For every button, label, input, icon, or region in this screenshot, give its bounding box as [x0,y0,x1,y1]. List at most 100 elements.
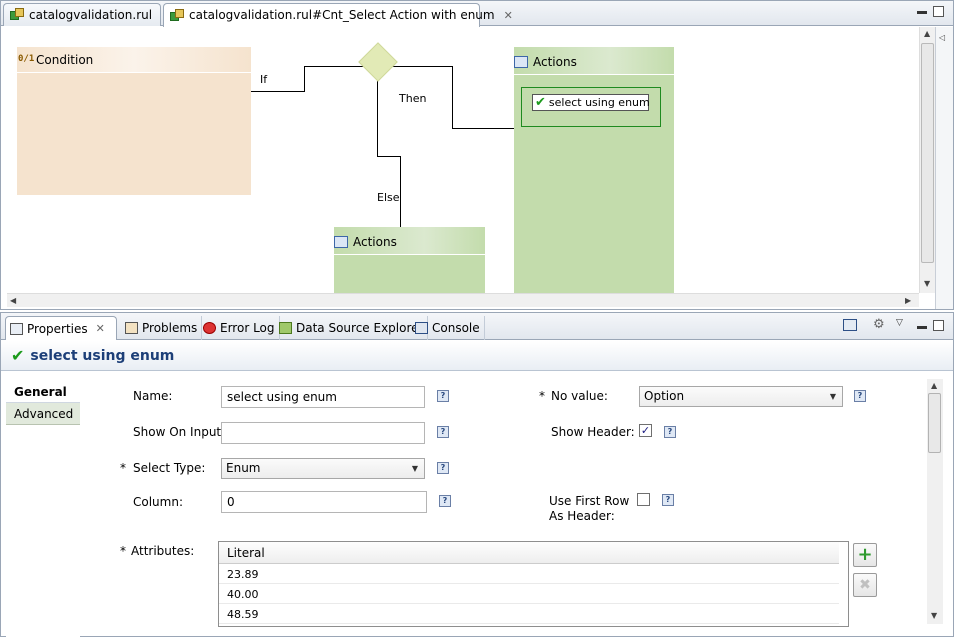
scroll-down-icon[interactable]: ▼ [924,279,930,289]
if-connector [304,66,305,92]
attributes-label: Attributes: [131,544,195,558]
help-icon[interactable]: ? [437,390,449,402]
then-label: Then [399,92,427,105]
else-connector [377,79,378,157]
column-label: Column: [133,495,183,509]
show-header-checkbox[interactable]: ✓ [639,424,652,437]
tab-general[interactable]: General [6,381,80,403]
chevron-down-icon: ▼ [411,464,418,473]
condition-icon: 0/1 [18,54,35,64]
maximize-icon[interactable] [933,6,944,17]
properties-view: Properties ✕ Problems Error Log Data Sou… [0,312,954,637]
editor-tab-cnt-select-action[interactable]: catalogvalidation.rul#Cnt_Select Action … [163,3,513,27]
tab-data-source-explorer[interactable]: Data Source Explorer [275,316,429,340]
tab-label: Data Source Explorer [296,321,424,335]
action-item-label-box[interactable]: ✔ select using enum [532,94,650,111]
select-type-dropdown[interactable]: Enum ▼ [221,458,425,479]
actions-icon [514,56,528,68]
scroll-left-icon[interactable]: ◀ [10,296,16,306]
if-connector [304,66,366,67]
scroll-thumb[interactable] [928,393,941,453]
then-connector [452,128,514,129]
remove-row-button[interactable]: ✖ [853,573,877,597]
tab-console[interactable]: Console [411,316,485,340]
check-icon: ✔ [11,345,25,365]
else-connector [377,156,401,157]
show-header-label: Show Header: [551,425,635,439]
else-actions-label: Actions [353,235,397,249]
view-tab-bar: Properties ✕ Problems Error Log Data Sou… [1,313,953,340]
scroll-right-icon[interactable]: ▶ [905,296,911,306]
tab-properties[interactable]: Properties ✕ [5,316,117,340]
editor-tab-label: catalogvalidation.rul [29,7,153,22]
add-row-button[interactable]: + [853,543,877,567]
else-label: Else [377,191,400,204]
scroll-thumb[interactable] [921,43,934,263]
use-first-row-label: Use First Row [549,494,630,508]
table-header-literal[interactable]: Literal [219,542,839,564]
maximize-icon[interactable] [933,320,944,331]
table-row[interactable]: 48.59 [219,605,839,624]
if-connector [251,91,305,92]
close-icon[interactable]: ✕ [504,5,513,26]
table-row[interactable]: 40.00 [219,585,839,604]
view-options-icon[interactable]: ⚙ [873,317,885,332]
error-log-icon [203,322,216,334]
tab-advanced[interactable]: Advanced [6,403,80,425]
data-source-icon [279,322,292,334]
then-actions-label: Actions [533,55,577,69]
scroll-up-icon[interactable]: ▲ [931,381,937,391]
select-type-label: Select Type: [133,461,206,475]
chevron-down-icon: ▼ [829,392,836,401]
tab-label: Console [432,321,480,335]
use-first-row-checkbox[interactable] [637,493,650,506]
rule-file-icon [170,8,184,23]
help-icon[interactable]: ? [437,462,449,474]
view-menu-icon[interactable]: ▽ [896,318,903,328]
editor-tab-bar: catalogvalidation.rul catalogvalidation.… [1,1,953,27]
if-label: If [260,73,268,86]
no-value-value: Option [644,389,685,403]
scroll-down-icon[interactable]: ▼ [931,611,937,621]
pin-view-icon[interactable] [843,319,857,331]
console-icon [415,322,428,334]
decision-node[interactable] [358,42,398,82]
required-marker: * [539,389,545,403]
palette-strip: ◁ [935,27,953,309]
editor-tab-catalogvalidation[interactable]: catalogvalidation.rul [3,3,161,26]
no-value-label: No value: [551,389,608,403]
close-icon[interactable]: ✕ [96,322,105,335]
tab-label: Error Log [220,321,275,335]
tab-label: Problems [142,321,198,335]
palette-toggle-icon[interactable]: ◁ [939,33,945,43]
help-icon[interactable]: ? [664,426,676,438]
help-icon[interactable]: ? [437,426,449,438]
rule-canvas[interactable]: 0/1 Condition If Then Else Actions ✔ sel… [7,27,919,293]
minimize-icon[interactable] [917,11,927,14]
as-header-label: As Header: [549,509,615,523]
canvas-vertical-scrollbar[interactable]: ▲ ▼ [919,27,935,293]
minimize-icon[interactable] [917,326,927,329]
properties-title-bar: ✔ select using enum [1,341,953,371]
tab-error-log[interactable]: Error Log [199,316,280,340]
editor-tab-label: catalogvalidation.rul#Cnt_Select Action … [189,8,495,22]
scroll-up-icon[interactable]: ▲ [924,29,930,39]
then-actions-node[interactable] [514,47,677,293]
canvas-horizontal-scrollbar[interactable]: ◀ ▶ [7,293,919,307]
help-icon[interactable]: ? [854,390,866,402]
name-field[interactable]: select using enum [221,386,425,408]
help-icon[interactable]: ? [662,494,674,506]
no-value-dropdown[interactable]: Option ▼ [639,386,843,407]
rule-file-icon [10,8,24,22]
required-marker: * [120,461,126,475]
property-section-tabs: General Advanced [6,381,80,637]
help-icon[interactable]: ? [439,495,451,507]
tab-problems[interactable]: Problems [121,316,203,340]
tab-label: Properties [27,321,88,336]
attributes-table[interactable]: Literal 23.89 40.00 48.59 [218,541,849,627]
show-on-input-field[interactable] [221,422,425,444]
column-field[interactable]: 0 [221,491,427,513]
name-label: Name: [133,389,173,403]
properties-vertical-scrollbar[interactable]: ▲ ▼ [927,379,943,624]
table-row[interactable]: 23.89 [219,565,839,584]
